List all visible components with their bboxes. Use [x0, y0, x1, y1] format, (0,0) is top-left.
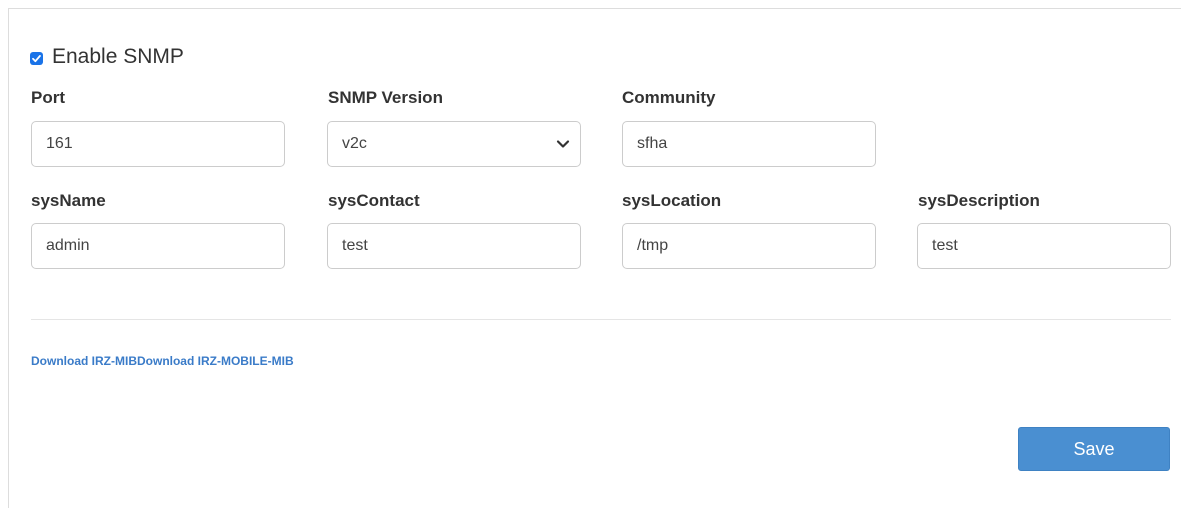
community-label: Community: [622, 88, 716, 107]
snmp-version-select[interactable]: v2c: [327, 121, 581, 167]
snmp-version-value: v2c: [342, 135, 367, 152]
community-input[interactable]: sfha: [622, 121, 876, 167]
sys-description-label: sysDescription: [918, 191, 1040, 210]
sys-name-value: admin: [46, 237, 90, 254]
sys-description-input[interactable]: test: [917, 223, 1171, 269]
port-label: Port: [31, 88, 65, 107]
enable-snmp-row[interactable]: Enable SNMP: [30, 44, 184, 70]
download-irz-mobile-mib-link[interactable]: Download IRZ-MOBILE-MIB: [137, 354, 294, 368]
sys-contact-label: sysContact: [328, 191, 420, 210]
port-input[interactable]: 161: [31, 121, 285, 167]
save-button[interactable]: Save: [1018, 427, 1170, 471]
community-value: sfha: [637, 135, 668, 152]
checkmark-icon: [32, 54, 41, 62]
sys-location-input[interactable]: /tmp: [622, 223, 876, 269]
mib-download-links: Download IRZ-MIB Download IRZ-MOBILE-MIB: [31, 354, 294, 368]
sys-contact-value: test: [342, 237, 368, 254]
chevron-down-icon: [556, 139, 570, 149]
section-divider: [31, 319, 1171, 320]
sys-name-label: sysName: [31, 191, 106, 210]
enable-snmp-checkbox[interactable]: [30, 51, 43, 65]
sys-contact-input[interactable]: test: [327, 223, 581, 269]
sys-description-value: test: [932, 237, 958, 254]
snmp-version-label: SNMP Version: [328, 88, 443, 107]
sys-name-input[interactable]: admin: [31, 223, 285, 269]
sys-location-value: /tmp: [637, 237, 669, 254]
sys-location-label: sysLocation: [622, 191, 722, 210]
port-value: 161: [46, 135, 73, 152]
enable-snmp-label: Enable SNMP: [52, 45, 184, 68]
download-irz-mib-link[interactable]: Download IRZ-MIB: [31, 354, 137, 368]
